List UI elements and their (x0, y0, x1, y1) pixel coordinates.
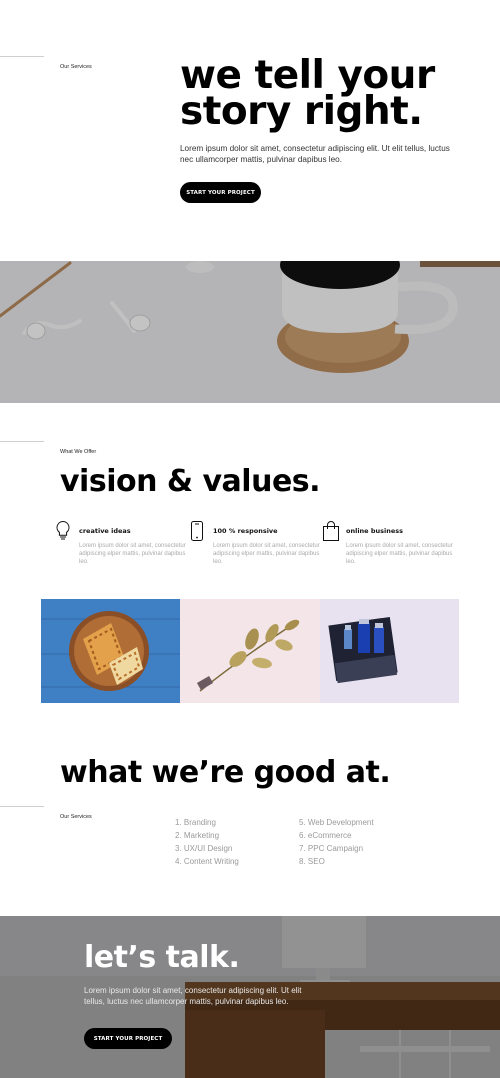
list-item: 5. Web Development (299, 818, 374, 827)
vision-divider-line (0, 441, 44, 442)
hero-eyebrow: Our Services (60, 64, 92, 70)
list-item: 1. Branding (175, 818, 216, 827)
list-item: 6. eCommerce (299, 831, 352, 840)
feature-description: Lorem ipsum dolor sit amet, consectetur … (213, 543, 320, 565)
gallery-image-sandwich (41, 599, 181, 703)
services-eyebrow: Our Services (60, 814, 92, 820)
list-item: 7. PPC Campaign (299, 844, 364, 853)
vision-title: vision & values. (60, 464, 321, 499)
feature-title: 100 % responsive (213, 527, 278, 535)
hero-divider-line (0, 56, 44, 57)
workspace-photo (0, 261, 500, 403)
services-title: what we’re good at. (60, 755, 391, 790)
contact-title: let’s talk. (84, 940, 240, 975)
feature-title: online business (346, 527, 403, 535)
lightbulb-icon (56, 520, 70, 540)
contact-start-project-button[interactable]: START YOUR PROJECT (84, 1028, 172, 1049)
feature-title: creative ideas (79, 527, 131, 535)
gallery-image-golden-leaves (180, 599, 320, 703)
start-project-button[interactable]: START YOUR PROJECT (180, 182, 261, 203)
services-divider-line (0, 806, 44, 807)
vision-eyebrow: What We Offer (60, 449, 97, 455)
shopping-bag-icon (323, 521, 339, 541)
workspace-photo-banner (0, 261, 500, 403)
list-item: 3. UX/UI Design (175, 844, 233, 853)
services-list-left: 1. Branding 2. Marketing 3. UX/UI Design… (175, 816, 239, 868)
smartphone-icon (191, 521, 203, 541)
gallery-image-cosmetics (319, 599, 459, 703)
hero-description: Lorem ipsum dolor sit amet, consectetur … (180, 144, 450, 164)
contact-description: Lorem ipsum dolor sit amet, consectetur … (84, 986, 302, 1006)
list-item: 4. Content Writing (175, 857, 239, 866)
list-item: 2. Marketing (175, 831, 220, 840)
hero-title: we tell your story right. (180, 56, 480, 134)
services-list-right: 5. Web Development 6. eCommerce 7. PPC C… (299, 816, 374, 868)
list-item: 8. SEO (299, 857, 325, 866)
feature-description: Lorem ipsum dolor sit amet, consectetur … (346, 543, 453, 565)
hero-title-line-2: story right. (180, 89, 423, 134)
feature-description: Lorem ipsum dolor sit amet, consectetur … (79, 543, 186, 565)
image-gallery (41, 599, 459, 703)
